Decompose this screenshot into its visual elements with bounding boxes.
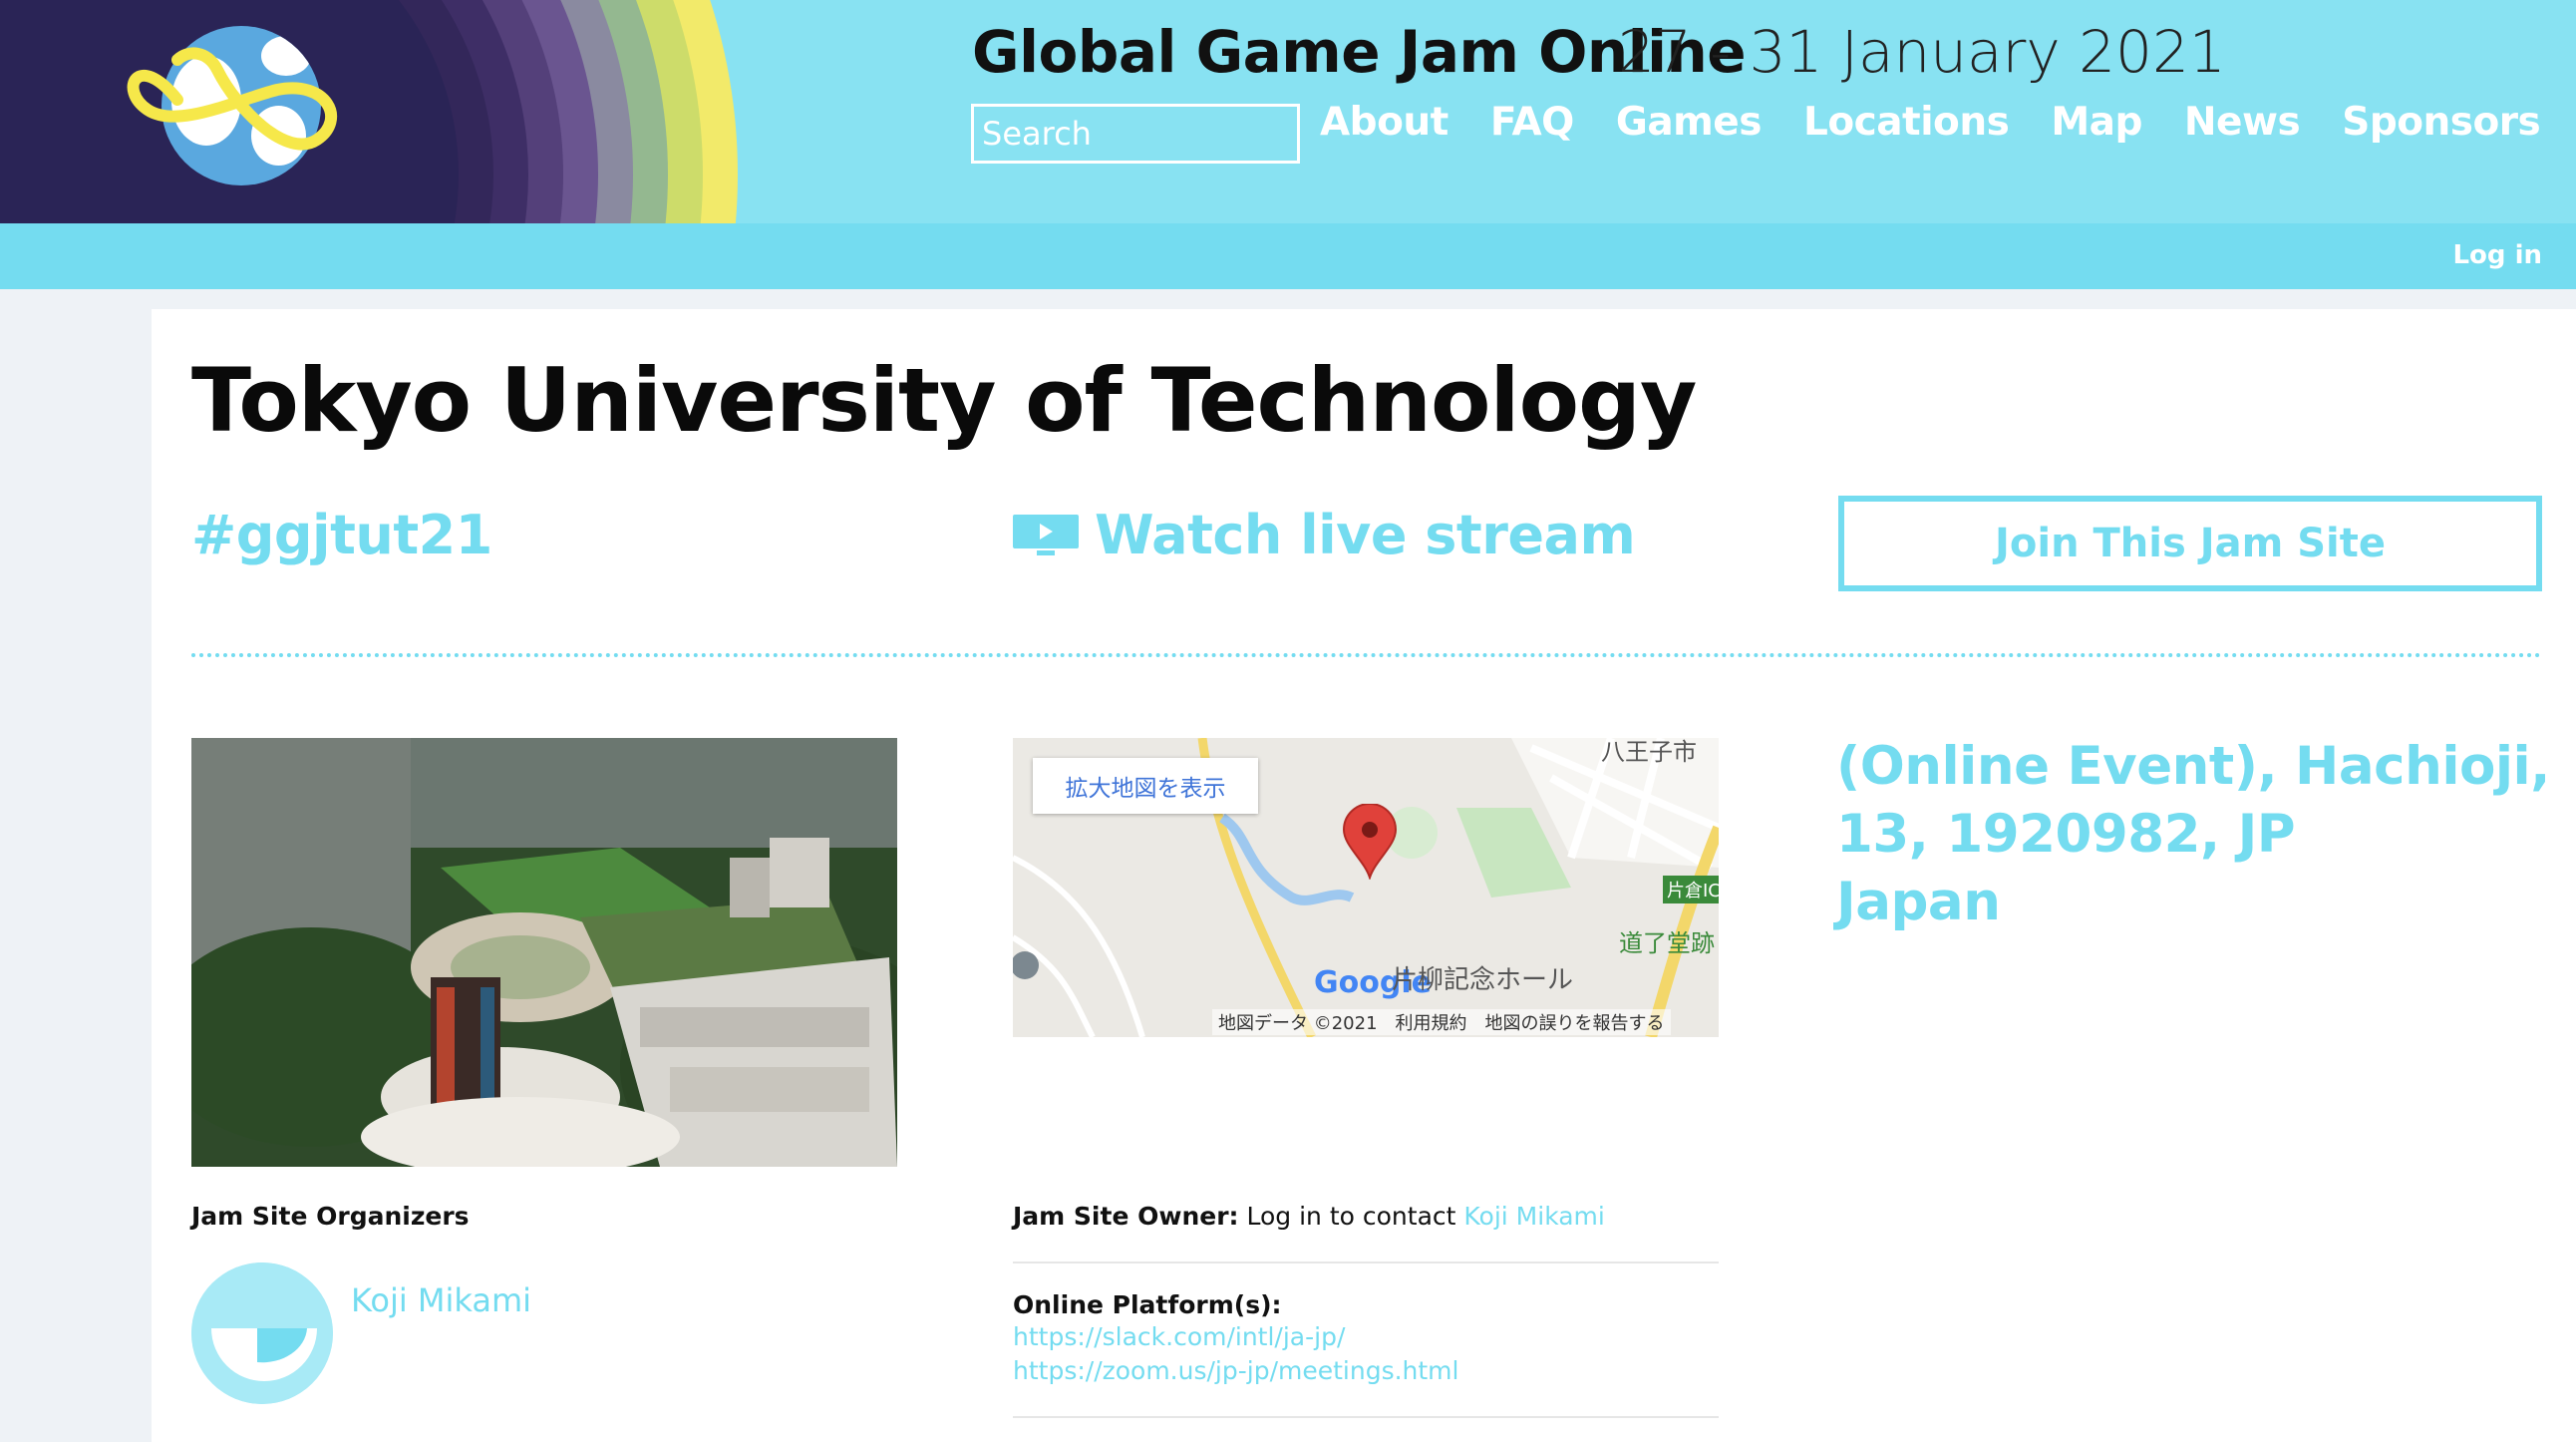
map-hall-label: 片柳記念ホール — [1392, 965, 1574, 995]
address-line-2: 13, 1920982, JP — [1836, 804, 2296, 865]
map-footer[interactable]: 地図データ ©2021 利用規約 地図の誤りを報告する — [1212, 1009, 1671, 1035]
platform-link-zoom[interactable]: https://zoom.us/jp-jp/meetings.html — [1013, 1356, 1459, 1385]
address-line-1: (Online Event), Hachioji, — [1836, 736, 2550, 797]
map-city-label: 八王子市 — [1601, 738, 1697, 766]
nav-about[interactable]: About — [1320, 100, 1449, 145]
address-country: Japan — [1836, 872, 2001, 932]
organizer-name-link[interactable]: Koji Mikami — [351, 1281, 531, 1319]
organizer-avatar[interactable] — [191, 1262, 333, 1404]
map-pin-icon — [1342, 804, 1398, 880]
monitor-icon — [1013, 514, 1079, 556]
infinity-loop-icon — [127, 47, 338, 151]
owner-label: Jam Site Owner: — [1013, 1202, 1239, 1231]
platforms-heading: Online Platform(s): — [1013, 1290, 1282, 1319]
site-hashtag[interactable]: #ggjtut21 — [191, 504, 492, 566]
enlarge-map-button[interactable]: 拡大地図を表示 — [1033, 758, 1258, 814]
nav-locations[interactable]: Locations — [1803, 100, 2010, 145]
nav-news[interactable]: News — [2184, 100, 2301, 145]
jam-site-card: Tokyo University of Technology #ggjtut21… — [152, 309, 2576, 1442]
watch-live-stream-label: Watch live stream — [1095, 504, 1636, 566]
event-dates: 27 - 31 January 2021 — [1618, 18, 2226, 86]
site-address: (Online Event), Hachioji, 13, 1920982, J… — [1836, 733, 2550, 936]
site-owner: Jam Site Owner: Log in to contact Koji M… — [1013, 1202, 1605, 1231]
join-jam-site-button[interactable]: Join This Jam Site — [1838, 496, 2542, 591]
page-title: Tokyo University of Technology — [191, 349, 1697, 452]
organizers-heading: Jam Site Organizers — [191, 1202, 470, 1231]
map-ic-label: 片倉IC — [1663, 876, 1719, 903]
location-map[interactable]: 拡大地図を表示 八王子市 片倉IC 道了堂跡 Google 片柳記念ホール 地図… — [1013, 738, 1719, 1037]
divider — [1013, 1416, 1719, 1418]
search-input[interactable] — [971, 104, 1300, 164]
nav-faq[interactable]: FAQ — [1490, 100, 1575, 145]
nav-games[interactable]: Games — [1616, 100, 1763, 145]
platform-link-slack[interactable]: https://slack.com/intl/ja-jp/ — [1013, 1322, 1345, 1351]
main-nav: About FAQ Games Locations Map News Spons… — [1320, 100, 2576, 145]
map-landmark-label: 道了堂跡 — [1619, 929, 1715, 957]
owner-contact-text: Log in to contact — [1238, 1202, 1464, 1231]
ggj-logo[interactable] — [0, 0, 738, 223]
site-header: Global Game Jam Online 27 - 31 January 2… — [0, 0, 2576, 223]
watch-live-stream-link[interactable]: Watch live stream — [1013, 504, 1636, 566]
login-link[interactable]: Log in — [2452, 240, 2542, 270]
owner-name-link[interactable]: Koji Mikami — [1463, 1202, 1604, 1231]
nav-sponsors[interactable]: Sponsors — [2342, 100, 2541, 145]
nav-map[interactable]: Map — [2051, 100, 2142, 145]
user-bar: Log in — [0, 223, 2576, 289]
divider — [1013, 1262, 1719, 1263]
campus-aerial-photo — [191, 738, 897, 1167]
section-divider — [191, 653, 2542, 657]
